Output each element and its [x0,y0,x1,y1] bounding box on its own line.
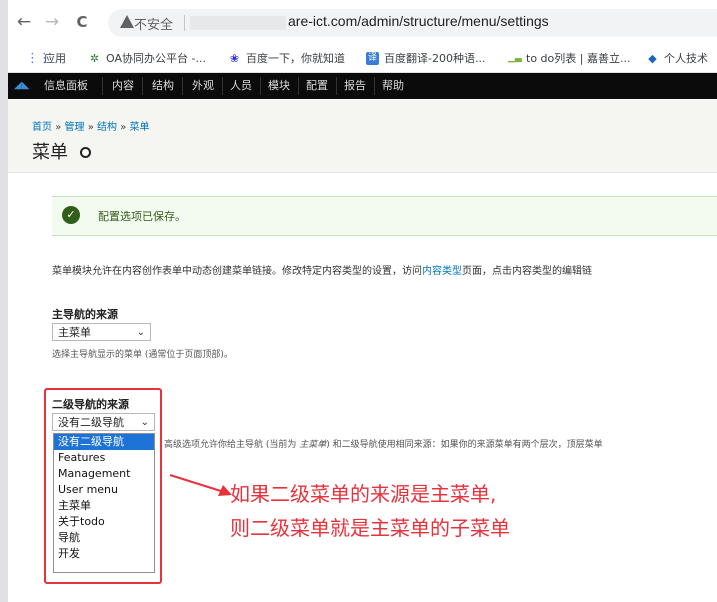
toolbar-structure[interactable]: 结构 [152,73,174,99]
main-nav-help: 选择主导航显示的菜单 (通常位于页面顶部)。 [52,350,233,360]
toolbar-divider [102,77,103,95]
toolbar-appearance[interactable]: 外观 [192,73,214,99]
breadcrumb-home[interactable]: 首页 [32,122,52,133]
browser-window: ← → C 不安全 are-ict.com/admin/structure/me… [8,0,717,602]
bookmark-translate[interactable]: 译 百度翻译-200种语... [366,50,485,66]
description-text: 页面，点击内容类型的编辑链 [462,266,592,277]
annotation-line-1: 如果二级菜单的来源是主菜单, [230,482,497,506]
bookmark-apps[interactable]: ⋮⋮ 应用 [26,50,66,66]
breadcrumb-separator: » [55,122,62,133]
toolbar-divider [374,77,375,95]
status-message: ✓ 配置选项已保存。 [52,196,717,236]
bookmark-baidu[interactable]: ❀ 百度一下，你就知道 [228,50,345,66]
page-title-text: 菜单 [32,142,68,163]
toolbar-config[interactable]: 配置 [306,73,328,99]
main-nav-value: 主菜单 [58,326,91,339]
status-text: 配置选项已保存。 [98,210,186,223]
breadcrumb-separator: » [120,122,127,133]
bookmark-todo[interactable]: ▁▃ to do列表 | 嘉善立... [508,50,630,66]
toolbar-divider [222,77,223,95]
baidu-paw-icon: ❀ [229,51,240,65]
oa-gear-icon: ✲ [89,51,100,65]
toolbar-divider [142,77,143,95]
bookmark-label: 个人技术 [664,52,708,65]
toolbar-divider [182,77,183,95]
bookmark-personal[interactable]: ◆ 个人技术 [646,50,708,66]
reload-button[interactable]: C [72,12,92,32]
breadcrumb-separator: » [87,122,94,133]
admin-toolbar: ◢◣ 信息面板 内容 结构 外观 人员 模块 配置 报告 帮助 [8,73,717,99]
forward-button[interactable]: → [42,12,62,32]
help-emphasis: 主菜单 [299,440,327,450]
toolbar-divider [336,77,337,95]
security-label: 不安全 [134,18,174,33]
toolbar-content[interactable]: 内容 [112,73,134,99]
annotation-highlight-box [44,388,162,584]
main-nav-select[interactable]: 主菜单 ⌄ [52,323,151,341]
bookmark-oa[interactable]: ✲ OA协同办公平台 -... [88,50,206,66]
annotation-arrow-icon [169,474,232,496]
chevron-down-icon: ⌄ [136,327,145,338]
address-bar-row: ← → C 不安全 are-ict.com/admin/structure/me… [8,0,717,44]
bookmark-label: 百度翻译-200种语... [384,52,486,65]
breadcrumb-structure[interactable]: 结构 [97,122,117,133]
bookmarks-bar: ⋮⋮ 应用 ✲ OA协同办公平台 -... ❀ 百度一下，你就知道 译 百度翻译… [8,44,717,73]
annotation-line-2: 则二级菜单就是主菜单的子菜单 [230,516,510,540]
menu-description: 菜单模块允许在内容创作表单中动态创建菜单链接。修改特定内容类型的设置，访问内容类… [52,262,592,277]
omnibox-divider [184,15,185,31]
bookmark-label: to do列表 | 嘉善立... [526,52,631,65]
redacted-domain [190,16,286,30]
help-text: 高级选项允许你给主导航 (当前为 [164,440,300,450]
drupal-logo-icon[interactable]: ◢◣ [14,73,29,99]
page-header: 首页 » 管理 » 结构 » 菜单 菜单 [8,100,717,173]
toolbar-divider [260,77,261,95]
secondary-nav-help: 高级选项允许你给主导航 (当前为 主菜单) 和二级导航使用相同来源：如果你的来源… [164,437,603,450]
toolbar-reports[interactable]: 报告 [344,73,366,99]
help-text: ) 和二级导航使用相同来源：如果你的来源菜单有两个层次，顶层菜单 [326,440,603,450]
toolbar-help[interactable]: 帮助 [382,73,404,99]
content-types-link[interactable]: 内容类型 [422,266,462,277]
description-text: 菜单模块允许在内容创作表单中动态创建菜单链接。修改特定内容类型的设置，访问 [52,266,422,277]
breadcrumb: 首页 » 管理 » 结构 » 菜单 [32,118,150,133]
shortcut-icon[interactable] [80,146,91,158]
back-button[interactable]: ← [14,12,34,32]
warning-icon[interactable] [120,15,134,28]
omnibox[interactable]: 不安全 are-ict.com/admin/structure/menu/set… [108,9,717,37]
toolbar-modules[interactable]: 模块 [268,73,290,99]
diamond-icon: ◆ [648,51,657,65]
url-text[interactable]: are-ict.com/admin/structure/menu/setting… [288,13,549,29]
bookmark-label: OA协同办公平台 -... [106,52,206,65]
toolbar-people[interactable]: 人员 [230,73,252,99]
bookmark-label: 应用 [44,52,66,65]
apps-grid-icon: ⋮⋮ [26,50,51,66]
toolbar-dashboard[interactable]: 信息面板 [44,73,88,99]
bookmark-label: 百度一下，你就知道 [246,52,345,65]
todo-icon: ▁▃ [508,52,522,63]
page-title: 菜单 [32,138,91,164]
breadcrumb-admin[interactable]: 管理 [65,122,85,133]
breadcrumb-menu[interactable]: 菜单 [130,122,150,133]
main-nav-label: 主导航的来源 [52,308,118,321]
toolbar-divider [298,77,299,95]
translate-icon: 译 [366,51,379,65]
check-icon: ✓ [62,206,80,224]
